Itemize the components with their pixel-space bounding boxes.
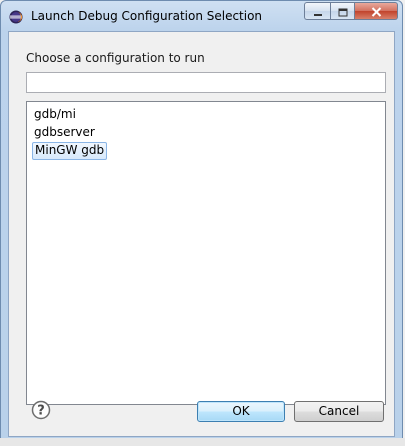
window-title: Launch Debug Configuration Selection <box>31 9 263 23</box>
prompt-label: Choose a configuration to run <box>26 51 205 65</box>
dialog-window: Launch Debug Configuration Selection Cho… <box>0 0 403 444</box>
list-item-label: gdb/mi <box>34 107 76 121</box>
list-item-label: gdbserver <box>34 125 95 139</box>
background-strip <box>0 438 405 446</box>
close-button[interactable] <box>355 2 398 20</box>
configuration-list[interactable]: gdb/mi gdbserver MinGW gdb <box>26 101 386 405</box>
maximize-button[interactable] <box>330 2 355 20</box>
list-item-mingw-gdb[interactable]: MinGW gdb <box>32 142 108 160</box>
list-item-label: MinGW gdb <box>35 143 105 157</box>
maximize-icon <box>338 2 348 21</box>
help-icon: ? <box>31 400 51 424</box>
close-icon <box>371 2 382 21</box>
dialog-content: Choose a configuration to run gdb/mi gdb… <box>8 31 395 437</box>
cancel-button[interactable]: Cancel <box>294 401 384 422</box>
title-bar[interactable]: Launch Debug Configuration Selection <box>1 1 402 31</box>
eclipse-icon <box>9 9 23 24</box>
list-item-gdbserver[interactable]: gdbserver <box>32 124 97 142</box>
window-controls <box>304 2 398 22</box>
ok-button[interactable]: OK <box>197 401 285 422</box>
minimize-icon <box>313 2 323 21</box>
list-item-gdb-mi[interactable]: gdb/mi <box>32 106 78 124</box>
svg-text:?: ? <box>37 404 45 419</box>
filter-input[interactable] <box>26 72 386 93</box>
minimize-button[interactable] <box>304 2 330 20</box>
help-button[interactable]: ? <box>31 400 51 420</box>
